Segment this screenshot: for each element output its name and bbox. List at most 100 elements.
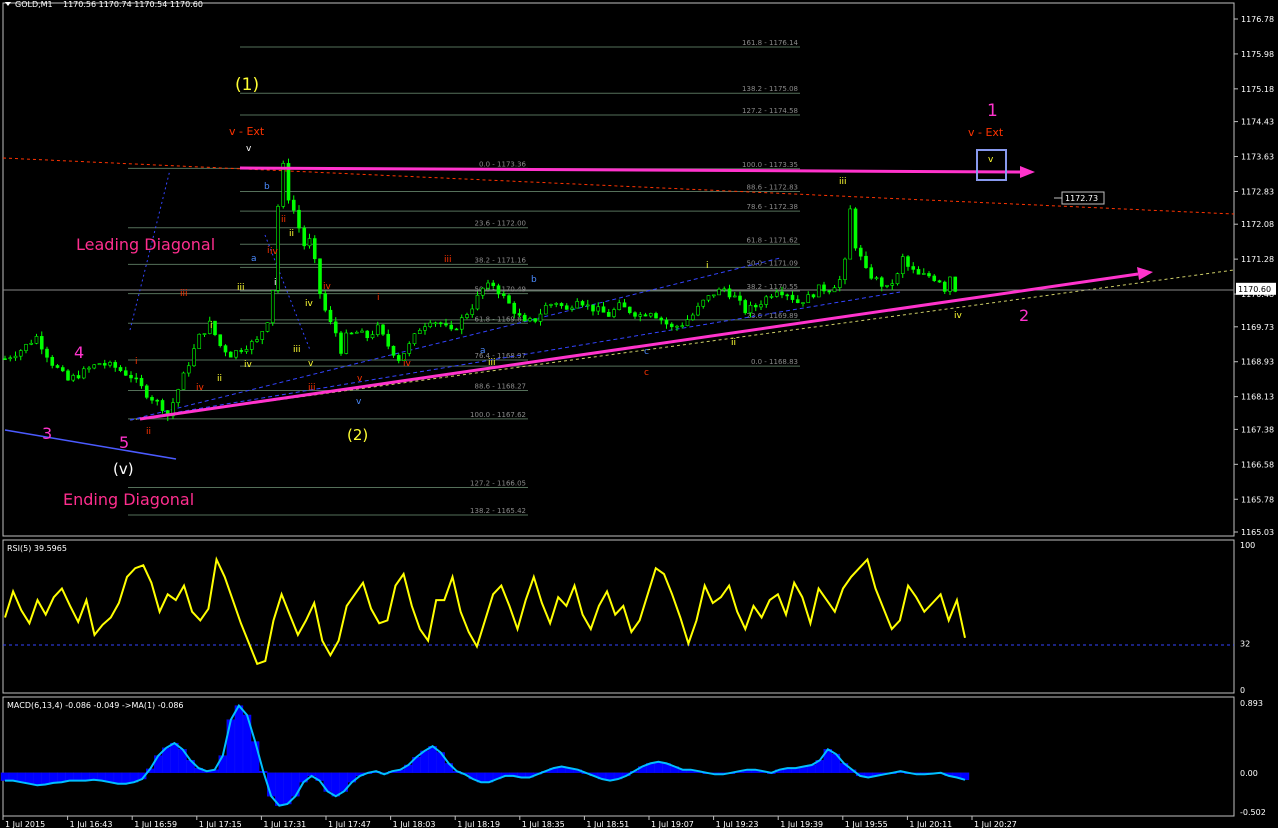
price-tick-label: 1174.43 [1241, 118, 1274, 127]
candle-body [354, 331, 359, 334]
candle-body [249, 341, 254, 350]
candle-body [774, 291, 779, 297]
candle-body [339, 332, 343, 354]
macd-bar [275, 772, 284, 806]
candle-body [916, 269, 921, 275]
fib-level-label: 138.2 - 1165.42 [470, 507, 526, 515]
price-tick-label: 1169.73 [1241, 323, 1274, 332]
small-wave-label: iii [488, 358, 496, 368]
candle-body [911, 266, 916, 270]
candle-body [144, 385, 149, 398]
candle-body [176, 389, 181, 403]
macd-bar [65, 772, 74, 781]
time-tick-label: 1 Jul 18:19 [457, 820, 500, 828]
small-wave-label: iii [180, 289, 188, 299]
candle-body [186, 365, 191, 374]
candle-body [501, 293, 506, 296]
small-wave-label: iii [839, 177, 847, 187]
candle-body [585, 304, 590, 307]
candle-body [391, 345, 396, 356]
candle-body [270, 290, 275, 323]
small-wave-label: iii [237, 283, 245, 293]
rsi-level-label: 0 [1240, 686, 1245, 695]
chart-window: 161.8 - 1176.14 138.2 - 1175.08 127.2 - 11… [0, 0, 1278, 828]
candle-body [827, 290, 832, 293]
price-tick-label: 1167.38 [1241, 425, 1274, 434]
candle-body [312, 238, 317, 260]
candle-body [680, 325, 685, 327]
candle-body [769, 296, 774, 298]
candle-body [927, 273, 931, 277]
candle-body [297, 209, 301, 229]
price-tick-label: 1172.83 [1241, 187, 1274, 196]
candle-body [307, 238, 312, 247]
candle-body [375, 324, 380, 335]
candle-body [617, 302, 622, 310]
candle-body [612, 309, 616, 317]
candle-body [239, 350, 244, 352]
candle-body [832, 287, 837, 293]
small-wave-label: iv [270, 247, 279, 257]
candle-body [895, 273, 900, 285]
time-tick-label: 1 Jul 2015 [5, 820, 45, 828]
small-wave-label: i [377, 293, 380, 303]
candle-body [848, 208, 853, 260]
candle-body [937, 280, 942, 283]
candle-body [948, 276, 952, 292]
candle-body [381, 324, 385, 335]
candle-body [633, 312, 637, 317]
candle-body [764, 296, 769, 305]
fib-level-label: 88.6 - 1168.27 [474, 383, 526, 391]
candle-body [150, 397, 154, 401]
candle-body [753, 304, 758, 308]
candle-body [139, 377, 144, 387]
candle-body [559, 303, 564, 307]
fib-level-label: 61.8 - 1171.62 [746, 236, 798, 244]
candle-body [71, 375, 76, 381]
candle-body [260, 331, 265, 340]
candle-body [669, 323, 674, 328]
small-wave-label: i [274, 278, 277, 288]
macd-bar [283, 772, 292, 805]
wave-label: 1 [987, 101, 998, 121]
small-wave-label: ii [731, 338, 736, 348]
candle-body [491, 282, 496, 287]
time-tick-label: 1 Jul 17:47 [328, 820, 371, 828]
candle-body [475, 294, 480, 310]
time-tick-label: 1 Jul 17:31 [263, 820, 306, 828]
candle-body [496, 285, 501, 295]
candle-body [885, 284, 889, 287]
candle-body [45, 348, 49, 358]
small-wave-label: v [308, 359, 314, 369]
fib-level-label: 38.2 - 1171.16 [474, 256, 526, 264]
wave-label: 5 [119, 433, 129, 452]
candle-body [223, 345, 228, 353]
price-tick-label: 1168.13 [1241, 393, 1274, 402]
macd-bar [33, 772, 42, 786]
candle-body [228, 351, 233, 358]
candle-body [265, 322, 270, 332]
candle-body [711, 294, 716, 297]
candle-body [281, 163, 286, 207]
candle-body [113, 362, 118, 368]
time-tick-label: 1 Jul 16:59 [134, 820, 177, 828]
candle-body [900, 256, 905, 274]
small-wave-label: a [480, 346, 486, 356]
candle-body [795, 299, 800, 304]
candle-body [218, 334, 223, 346]
candle-body [323, 293, 328, 311]
time-tick-label: 1 Jul 20:27 [974, 820, 1017, 828]
candle-body [717, 288, 721, 296]
wave-label: (1) [235, 75, 259, 95]
candle-body [822, 284, 826, 292]
candle-body [444, 323, 448, 326]
candle-body [869, 267, 874, 279]
small-wave-label: v [357, 374, 363, 384]
small-wave-label: iv [323, 282, 332, 292]
candle-body [874, 277, 879, 280]
candle-body [601, 306, 606, 313]
small-wave-label: i [210, 321, 213, 331]
candle-body [801, 302, 805, 304]
macd-bar [234, 705, 244, 773]
candle-body [811, 294, 816, 298]
